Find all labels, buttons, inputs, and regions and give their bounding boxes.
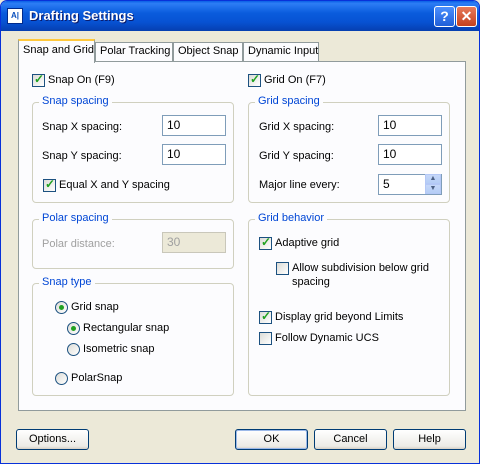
check-icon: ✓ — [34, 72, 45, 86]
major-line-label: Major line every: — [259, 179, 340, 191]
allow-subdivision-checkbox[interactable] — [276, 262, 289, 275]
spin-down-icon[interactable]: ▼ — [425, 184, 441, 194]
snap-x-label: Snap X spacing: — [42, 121, 123, 133]
follow-dynamic-ucs-label[interactable]: Follow Dynamic UCS — [275, 332, 379, 344]
spin-up-icon[interactable]: ▲ — [425, 174, 441, 184]
snap-on-checkbox[interactable]: ✓ — [32, 72, 45, 87]
adaptive-grid-label[interactable]: Adaptive grid — [275, 237, 339, 249]
check-icon: ✓ — [250, 72, 261, 86]
display-beyond-limits-label[interactable]: Display grid beyond Limits — [275, 311, 403, 323]
polar-distance-input[interactable]: 30 — [162, 232, 226, 253]
snap-y-label: Snap Y spacing: — [42, 150, 122, 162]
allow-subdivision-label-line2[interactable]: spacing — [292, 276, 330, 288]
polar-distance-label: Polar distance: — [42, 238, 115, 250]
polar-snap-radio[interactable] — [55, 372, 68, 385]
grid-x-label: Grid X spacing: — [259, 121, 335, 133]
check-icon: ✓ — [261, 235, 272, 249]
grid-behavior-title: Grid behavior — [255, 212, 328, 224]
grid-spacing-title: Grid spacing — [255, 95, 323, 107]
snap-x-input[interactable]: 10 — [162, 115, 226, 136]
grid-snap-label[interactable]: Grid snap — [71, 301, 119, 313]
polar-snap-label[interactable]: PolarSnap — [71, 372, 122, 384]
drafting-settings-dialog: A| Drafting Settings ? ✕ Snap and Grid P… — [0, 0, 480, 464]
adaptive-grid-checkbox[interactable]: ✓ — [259, 235, 272, 250]
radio-selected-dot — [71, 326, 76, 331]
options-button[interactable]: Options... — [16, 429, 89, 450]
snap-spacing-title: Snap spacing — [39, 95, 112, 107]
grid-snap-radio[interactable] — [55, 301, 68, 314]
radio-selected-dot — [59, 305, 64, 310]
allow-subdivision-label[interactable]: Allow subdivision below grid — [292, 262, 429, 274]
title-bar[interactable]: A| Drafting Settings ? ✕ — [1, 1, 479, 31]
check-icon: ✓ — [45, 177, 56, 191]
tab-object-snap[interactable]: Object Snap — [173, 42, 243, 61]
grid-y-label: Grid Y spacing: — [259, 150, 334, 162]
cancel-button[interactable]: Cancel — [314, 429, 387, 450]
snap-on-label[interactable]: Snap On (F9) — [48, 74, 115, 86]
isometric-snap-label[interactable]: Isometric snap — [83, 343, 155, 355]
snap-type-title: Snap type — [39, 276, 95, 288]
grid-x-input[interactable]: 10 — [378, 115, 442, 136]
rectangular-snap-radio[interactable] — [67, 322, 80, 335]
help-button[interactable]: Help — [393, 429, 466, 450]
check-icon: ✓ — [261, 309, 272, 323]
follow-dynamic-ucs-checkbox[interactable] — [259, 332, 272, 345]
grid-y-input[interactable]: 10 — [378, 144, 442, 165]
rectangular-snap-label[interactable]: Rectangular snap — [83, 322, 169, 334]
grid-on-checkbox[interactable]: ✓ — [248, 72, 261, 87]
tab-dynamic-input[interactable]: Dynamic Input — [243, 42, 319, 61]
tab-polar-tracking[interactable]: Polar Tracking — [95, 42, 173, 61]
polar-spacing-title: Polar spacing — [39, 212, 112, 224]
display-beyond-limits-checkbox[interactable]: ✓ — [259, 309, 272, 324]
equal-spacing-checkbox[interactable]: ✓ — [43, 177, 56, 192]
major-line-spinner[interactable]: ▲ ▼ — [425, 174, 441, 194]
snap-y-input[interactable]: 10 — [162, 144, 226, 165]
tab-snap-and-grid[interactable]: Snap and Grid — [18, 39, 95, 63]
window-title: Drafting Settings — [29, 8, 134, 23]
help-title-button[interactable]: ? — [434, 6, 455, 27]
grid-on-label[interactable]: Grid On (F7) — [264, 74, 326, 86]
equal-spacing-label[interactable]: Equal X and Y spacing — [59, 179, 170, 191]
isometric-snap-radio[interactable] — [67, 343, 80, 356]
ok-button[interactable]: OK — [235, 429, 308, 450]
close-icon[interactable]: ✕ — [456, 6, 477, 27]
app-icon: A| — [7, 8, 23, 24]
